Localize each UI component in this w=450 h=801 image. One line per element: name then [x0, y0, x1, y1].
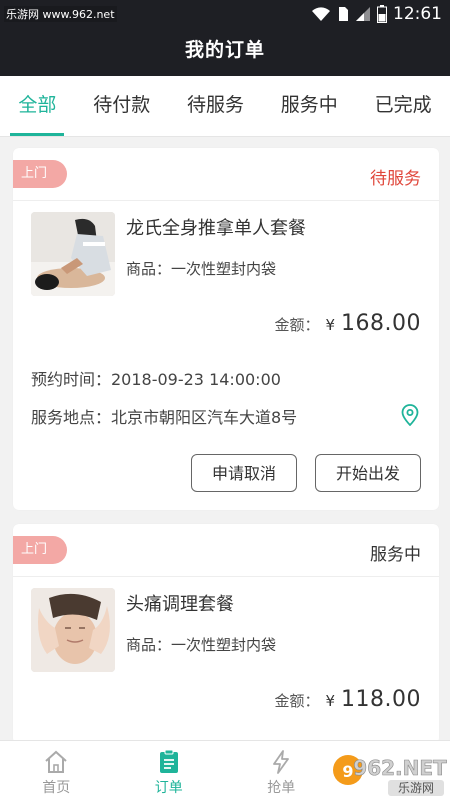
wifi-icon — [311, 6, 331, 22]
order-status: 待服务 — [370, 164, 421, 189]
svg-text:乐游网: 乐游网 — [398, 781, 434, 795]
tab-pending-service[interactable]: 待服务 — [183, 76, 248, 136]
nav-home[interactable]: 首页 — [0, 741, 113, 801]
cancel-request-button[interactable]: 申请取消 — [191, 454, 297, 492]
service-type-badge: 上门 — [13, 536, 67, 564]
amount-value: 168.00 — [341, 311, 421, 336]
nav-grab-order-label: 抢单 — [225, 777, 338, 797]
divider — [13, 576, 439, 577]
product-name: 头痛调理套餐 — [126, 590, 234, 616]
service-type-badge: 上门 — [13, 160, 67, 188]
product-name: 龙氏全身推拿单人套餐 — [126, 214, 306, 240]
svg-text:962.NET: 962.NET — [353, 756, 447, 780]
appointment-time: 预约时间：2018-09-23 14:00:00 — [31, 366, 281, 390]
tab-all[interactable]: 全部 — [14, 76, 60, 136]
product-goods: 商品：一次性塑封内袋 — [126, 634, 276, 655]
tab-in-service[interactable]: 服务中 — [277, 76, 342, 136]
nav-orders[interactable]: 订单 — [113, 741, 226, 801]
clock: 12:61 — [393, 4, 442, 24]
nav-orders-label: 订单 — [113, 777, 226, 797]
product-image — [31, 588, 115, 672]
watermark-logo: 9 962.NET 乐游网 — [330, 748, 448, 798]
nav-grab-order[interactable]: 抢单 — [225, 741, 338, 801]
order-list-icon — [156, 749, 182, 775]
app-header: 我的订单 — [0, 30, 450, 76]
tab-pending-payment[interactable]: 待付款 — [89, 76, 154, 136]
lightning-icon — [268, 749, 294, 775]
watermark-text: 乐游网 www.962.net — [4, 6, 117, 22]
status-bar: 乐游网 www.962.net 12:61 — [0, 0, 450, 30]
home-icon — [43, 749, 69, 775]
start-departure-button[interactable]: 开始出发 — [315, 454, 421, 492]
order-status: 服务中 — [370, 540, 421, 565]
currency-symbol: ¥ — [325, 316, 335, 334]
battery-icon — [377, 5, 387, 23]
amount-label: 金额： — [274, 690, 319, 711]
location-pin-icon[interactable] — [401, 404, 419, 426]
nav-home-label: 首页 — [0, 777, 113, 797]
divider — [13, 200, 439, 201]
product-image — [31, 212, 115, 296]
amount-row: 金额： ¥ 118.00 — [274, 687, 421, 712]
currency-symbol: ¥ — [325, 692, 335, 710]
page-title: 我的订单 — [0, 30, 450, 70]
amount-value: 118.00 — [341, 687, 421, 712]
product-goods: 商品：一次性塑封内袋 — [126, 258, 276, 279]
svg-text:9: 9 — [342, 762, 353, 781]
sim-icon — [337, 6, 349, 22]
order-card[interactable]: 上门 待服务 龙氏全身推拿单人套餐 商品：一次性塑封内袋 金额： ¥ 168.0… — [13, 148, 439, 510]
service-location: 服务地点：北京市朝阳区汽车大道8号 — [31, 404, 297, 428]
signal-icon — [355, 6, 371, 22]
order-card[interactable]: 上门 服务中 头痛调理套餐 商品：一次性塑封内袋 金额： ¥ 118.00 — [13, 524, 439, 744]
amount-row: 金额： ¥ 168.00 — [274, 311, 421, 336]
status-icons: 12:61 — [311, 4, 442, 24]
order-tabs: 全部 待付款 待服务 服务中 已完成 — [0, 76, 450, 137]
tab-completed[interactable]: 已完成 — [371, 76, 436, 136]
amount-label: 金额： — [274, 314, 319, 335]
